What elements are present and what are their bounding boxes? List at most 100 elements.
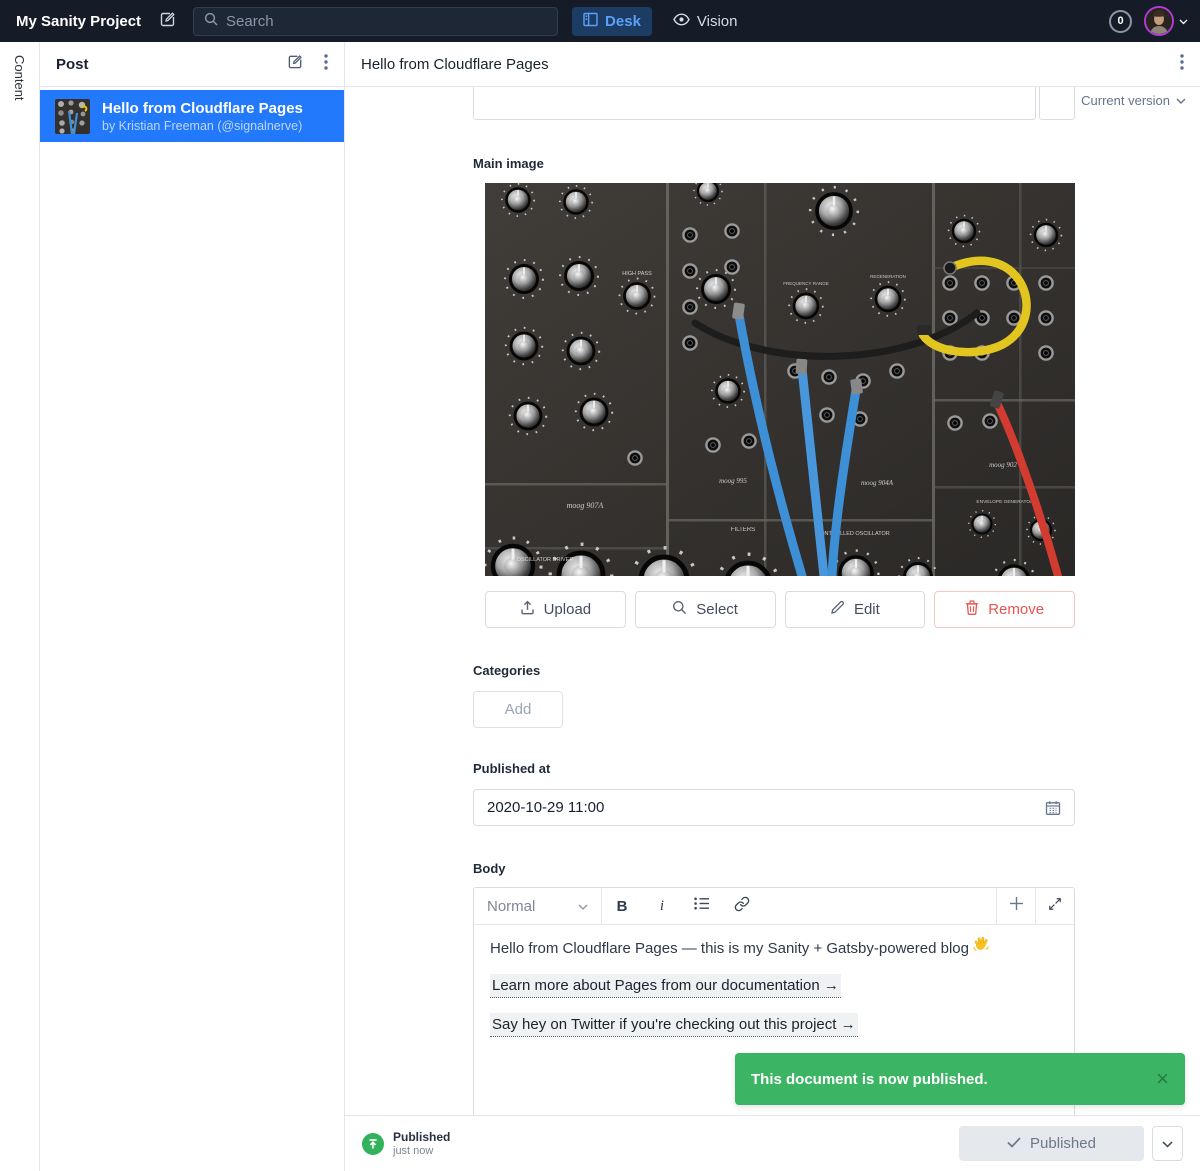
tab-desk-label: Desk [605,13,641,30]
svg-text:FREQUENCY RANGE: FREQUENCY RANGE [783,281,828,286]
compose-icon [159,10,177,33]
editor-content[interactable]: Hello from Cloudflare Pages — this is my… [474,925,1074,1064]
compose-icon [287,53,304,75]
post-list-panel: Post Hello from Cloudflare Pages by Kris… [40,42,345,1171]
chevron-down-icon [1179,12,1188,30]
published-at-label: Published at [473,761,1075,776]
main-image-preview[interactable]: HIGH PASS FREQUENCY RANGE REGENERATION m… [485,183,1075,576]
document-fields: Main image [473,87,1075,1115]
tab-vision[interactable]: Vision [662,7,749,36]
post-item-title: Hello from Cloudflare Pages [102,100,303,117]
chevron-down-icon [578,898,588,915]
italic-button[interactable]: i [642,888,682,924]
search-icon [204,12,218,31]
bold-button[interactable]: B [602,888,642,924]
editor-toolbar: Normal B i [474,888,1074,925]
eye-icon [673,13,690,30]
svg-text:OSCILLATOR DRIVER: OSCILLATOR DRIVER [517,557,574,563]
wave-emoji-icon [973,937,989,959]
svg-text:ENVELOPE GENERATOR: ENVELOPE GENERATOR [976,499,1034,505]
document-scroll-area[interactable]: Current version Main image [345,87,1200,1115]
desk-icon [583,12,598,31]
version-label: Current version [1081,93,1170,108]
list-item[interactable]: Hello from Cloudflare Pages by Kristian … [40,90,344,142]
document-title: Hello from Cloudflare Pages [361,56,549,73]
presence-count-badge[interactable]: 0 [1109,10,1132,33]
tab-vision-label: Vision [697,13,738,30]
bold-icon: B [617,898,628,915]
content-rail-label: Content [12,55,27,101]
publish-toast: This document is now published. × [735,1053,1185,1105]
link-icon [734,896,750,917]
plus-icon [1009,896,1024,916]
published-at-field[interactable] [473,789,1075,826]
version-selector[interactable]: Current version [1081,93,1186,108]
document-menu-button[interactable] [1180,54,1184,75]
svg-text:moog 995: moog 995 [719,477,747,485]
select-button-label: Select [696,601,738,618]
publish-status: Published [393,1130,450,1144]
svg-text:REGENERATION: REGENERATION [870,274,906,279]
post-item-subtitle: by Kristian Freeman (@signalnerve) [102,119,303,133]
chevron-down-icon [1176,93,1186,108]
expand-icon [1048,897,1062,916]
published-at-input[interactable] [487,799,1045,816]
fullscreen-button[interactable] [1035,888,1074,924]
calendar-icon[interactable] [1045,800,1061,816]
italic-icon: i [660,898,664,915]
body-paragraph-text: Hello from Cloudflare Pages — this is my… [490,938,969,959]
documentation-link[interactable]: Learn more about Pages from our document… [490,974,841,998]
edit-button[interactable]: Edit [785,591,926,628]
add-category-button[interactable]: Add [473,691,563,728]
post-panel-header: Post [40,42,344,87]
toast-close-icon[interactable]: × [1156,1068,1169,1090]
bullet-list-icon [694,897,710,915]
create-post-button[interactable] [287,53,304,75]
tab-desk[interactable]: Desk [572,7,652,36]
categories-label: Categories [473,663,1075,678]
upload-icon [520,600,535,619]
slug-input[interactable] [473,87,1036,120]
body-link-line: Learn more about Pages from our document… [490,974,1058,998]
upload-button-label: Upload [544,601,592,618]
publish-menu-button[interactable] [1152,1126,1183,1161]
toast-message: This document is now published. [751,1071,988,1088]
slug-generate-button[interactable] [1039,87,1075,120]
global-search[interactable] [193,7,558,36]
post-thumbnail [55,99,90,134]
svg-text:moog 902: moog 902 [989,461,1017,469]
search-input[interactable] [226,13,547,30]
publish-time: just now [393,1145,450,1157]
document-footer: Published just now Published [345,1115,1200,1171]
post-panel-menu-button[interactable] [324,54,328,75]
insert-block-button[interactable] [996,888,1035,924]
link-button[interactable] [722,888,762,924]
select-button[interactable]: Select [635,591,776,628]
new-document-button[interactable] [159,10,177,33]
svg-text:moog 907A: moog 907A [567,501,604,510]
svg-text:moog 904A: moog 904A [861,479,894,487]
sanity-studio: My Sanity Project Desk Vision 0 [0,0,1200,1171]
slug-field-row [473,87,1075,120]
user-menu[interactable] [1144,6,1188,36]
avatar [1144,6,1174,36]
text-style-select[interactable]: Normal [474,888,602,924]
upload-button[interactable]: Upload [485,591,626,628]
document-header: Hello from Cloudflare Pages [345,42,1200,87]
body-label: Body [473,861,1075,876]
content-rail[interactable]: Content [0,42,40,1171]
document-panel: Hello from Cloudflare Pages Current vers… [345,42,1200,1171]
post-item-text: Hello from Cloudflare Pages by Kristian … [102,100,303,133]
publish-status-text: Published just now [393,1130,450,1157]
search-icon [672,600,687,619]
remove-button[interactable]: Remove [934,591,1075,628]
publish-button[interactable]: Published [959,1126,1144,1161]
trash-icon [965,600,979,619]
twitter-link[interactable]: Say hey on Twitter if you're checking ou… [490,1013,858,1037]
check-icon [1007,1135,1021,1152]
bullet-list-button[interactable] [682,888,722,924]
pencil-icon [830,600,845,619]
project-title: My Sanity Project [16,13,141,30]
kebab-menu-icon [1180,54,1184,75]
text-style-value: Normal [487,898,535,915]
